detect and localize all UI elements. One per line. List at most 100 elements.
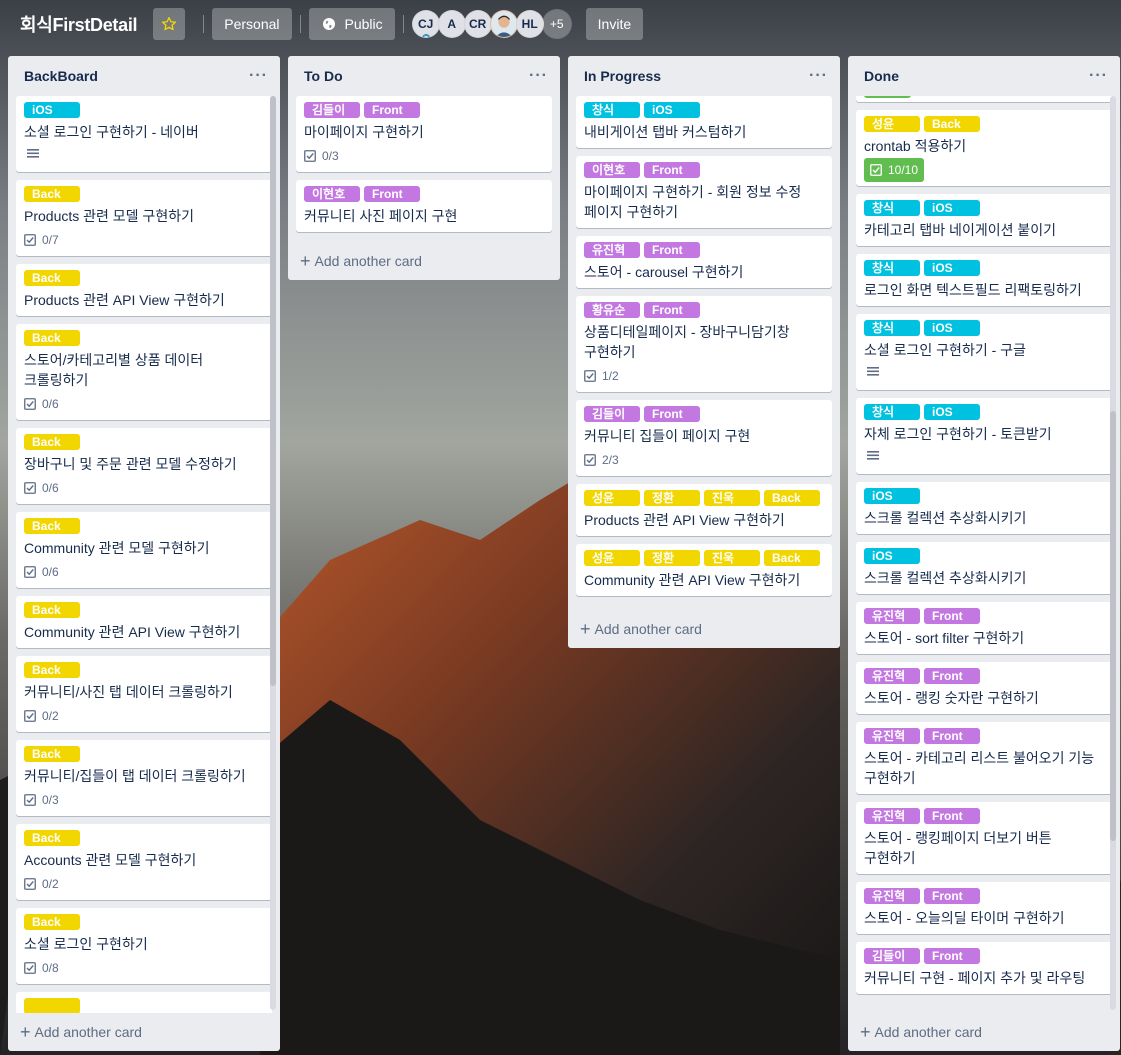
card[interactable]: Back 장바구니 및 주문 관련 모델 수정하기 0/6 [16,428,272,504]
visibility-button[interactable]: Public [308,8,395,40]
list-header[interactable]: Done ··· [848,56,1120,96]
card-label[interactable]: 유진혁 [864,668,920,684]
avatar-photo[interactable] [489,10,518,38]
more-options-icon[interactable]: ··· [1089,67,1108,85]
card-label[interactable]: iOS [24,102,80,118]
card-label[interactable]: Back [24,330,80,346]
card-label[interactable]: 창식 [864,320,920,336]
card[interactable]: 창식 iOS 소셜 로그인 구현하기 - 구글 [856,314,1112,390]
card-label[interactable]: 정환 [644,490,700,506]
more-options-icon[interactable]: ··· [249,67,268,85]
card-label[interactable]: Front [364,186,420,202]
card[interactable]: 황유순 Front 상품디테일페이지 - 장바구니담기창 구현하기 1/2 [576,296,832,392]
avatar[interactable]: A [437,10,466,38]
card[interactable]: Back 소셜 로그인 구현하기 0/8 [16,908,272,984]
card[interactable]: Back Products 관련 API View 구현하기 [16,264,272,316]
avatar[interactable]: CR [463,10,492,38]
card[interactable]: iOS 소셜 로그인 구현하기 - 네이버 [16,96,272,172]
card-label[interactable]: 유진혁 [864,888,920,904]
card-label[interactable]: Front [644,242,700,258]
card-label[interactable]: 이현호 [584,162,640,178]
card-label[interactable]: 성윤 [864,116,920,132]
card-label[interactable]: Front [644,302,700,318]
card-label[interactable]: Back [764,550,820,566]
add-card-button[interactable]: + Add another card [568,610,840,648]
card[interactable]: Back Accounts 관련 모델 구현하기 0/2 [16,824,272,900]
card[interactable]: 성윤 Back crontab 적용하기 10/10 [856,110,1112,186]
star-button[interactable] [153,8,186,40]
card-label[interactable]: iOS [924,260,980,276]
card-label[interactable]: iOS [644,102,700,118]
card[interactable]: Back Community 관련 모델 구현하기 0/6 [16,512,272,588]
card-label[interactable]: 유진혁 [864,728,920,744]
list-scrollbar[interactable] [1110,96,1116,1010]
add-card-button[interactable]: + Add another card [848,1013,1120,1051]
list-title[interactable]: To Do [304,68,343,84]
card-label[interactable]: Back [24,914,80,930]
card-label[interactable]: 이현호 [304,186,360,202]
card[interactable]: 창식 iOS 카테고리 탭바 네이게이션 붙이기 [856,194,1112,246]
card-label[interactable]: Back [764,490,820,506]
invite-button[interactable]: Invite [585,8,644,40]
card-label[interactable]: 창식 [584,102,640,118]
card-label[interactable]: iOS [924,200,980,216]
card-label[interactable]: Back [24,830,80,846]
card[interactable]: 유진혁 Front 스토어 - sort filter 구현하기 [856,602,1112,654]
scrollbar-thumb[interactable] [270,96,276,686]
card-label[interactable]: Back [924,116,980,132]
card-label[interactable] [24,998,80,1013]
card-label[interactable]: Front [644,162,700,178]
card-label[interactable]: iOS [924,404,980,420]
card[interactable]: 이현호 Front 마이페이지 구현하기 - 회원 정보 수정 페이지 구현하기 [576,156,832,228]
card-label[interactable]: 창식 [864,260,920,276]
card-label[interactable]: 진욱 [704,490,760,506]
card-label[interactable]: Back [24,746,80,762]
card[interactable]: 유진혁 Front 스토어 - carousel 구현하기 [576,236,832,288]
card-label[interactable]: 김들이 [304,102,360,118]
card[interactable]: Back 스토어/카테고리별 상품 데이터 크롤링하기 0/6 [16,324,272,420]
list-title[interactable]: Done [864,68,899,84]
card-label[interactable]: 김들이 [584,406,640,422]
list-header[interactable]: BackBoard ··· [8,56,280,96]
more-members-button[interactable]: +5 [541,9,572,39]
team-visibility-button[interactable]: Personal [212,8,292,40]
add-card-button[interactable]: + Add another card [288,242,560,280]
list-header[interactable]: In Progress ··· [568,56,840,96]
card[interactable]: iOS 스크롤 컬렉션 추상화시키기 [856,542,1112,594]
add-card-button[interactable]: + Add another card [8,1013,280,1051]
card-label[interactable]: Front [924,608,980,624]
card[interactable]: 김들이 Front 마이페이지 구현하기 0/3 [296,96,552,172]
more-options-icon[interactable]: ··· [529,67,548,85]
list-title[interactable]: In Progress [584,68,661,84]
card[interactable]: Back Products 관련 모델 구현하기 0/7 [16,180,272,256]
card-label[interactable]: Front [924,888,980,904]
card-label[interactable]: 황유순 [584,302,640,318]
card[interactable]: Back Community 관련 API View 구현하기 [16,596,272,648]
card-label[interactable]: iOS [864,488,920,504]
card[interactable]: Back 커뮤니티/사진 탭 데이터 크롤링하기 0/2 [16,656,272,732]
card[interactable]: 김들이 Front 커뮤니티 집들이 페이지 구현 2/3 [576,400,832,476]
card-label[interactable]: Back [24,602,80,618]
card[interactable]: 8/8 [856,96,1112,102]
list-scrollbar[interactable] [270,96,276,1010]
card-label[interactable]: 창식 [864,404,920,420]
card[interactable]: 유진혁 Front 스토어 - 랭킹페이지 더보기 버튼 구현하기 [856,802,1112,874]
card-label[interactable]: Front [644,406,700,422]
scrollbar-thumb[interactable] [1110,411,1116,841]
card-label[interactable]: Front [924,948,980,964]
card-label[interactable]: 정환 [644,550,700,566]
card-label[interactable]: 창식 [864,200,920,216]
card-label[interactable]: Front [924,728,980,744]
card[interactable]: Back 커뮤니티/집들이 탭 데이터 크롤링하기 0/3 [16,740,272,816]
card-label[interactable]: Front [924,808,980,824]
card[interactable]: 창식 iOS 로그인 화면 텍스트필드 리팩토링하기 [856,254,1112,306]
more-options-icon[interactable]: ··· [809,67,828,85]
list-title[interactable]: BackBoard [24,68,98,84]
board-title[interactable]: 회식FirstDetail [20,11,138,37]
card[interactable]: 창식 iOS 자체 로그인 구현하기 - 토큰받기 [856,398,1112,474]
avatar[interactable]: HL [515,10,544,38]
avatar[interactable]: CJ ︽ [411,10,440,38]
card[interactable] [16,992,272,1013]
card-label[interactable]: iOS [864,548,920,564]
card-label[interactable]: 진욱 [704,550,760,566]
